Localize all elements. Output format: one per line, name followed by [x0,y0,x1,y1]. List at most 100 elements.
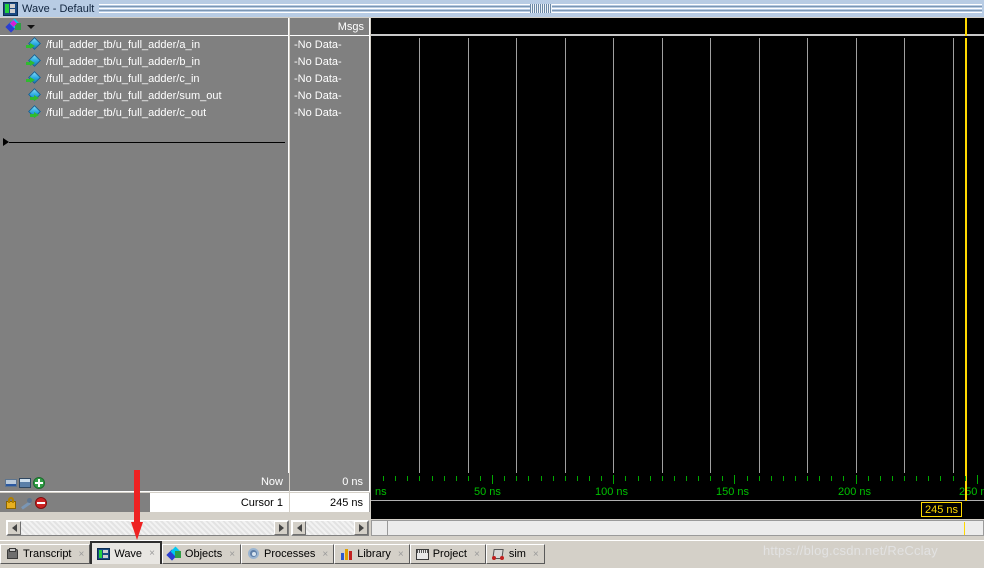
wrench-icon[interactable] [20,497,32,510]
signal-value-pane: Msgs -No Data- -No Data- -No Data- -No D… [290,18,370,473]
now-value: 0 ns [290,473,370,492]
ruler-tick [698,476,699,481]
ruler-tick [407,476,408,481]
tab-library[interactable]: Library × [334,544,410,564]
ruler-tick-label: 150 ns [716,486,750,498]
ruler-tick [492,475,493,484]
tab-label: Wave [114,547,143,560]
close-icon[interactable]: × [149,548,155,559]
ruler-tick [601,476,602,481]
ruler-tick [638,476,639,481]
tab-label: Processes [264,548,316,560]
signal-pane-scrollbar[interactable] [6,520,289,536]
ruler-tick [395,476,396,481]
close-icon[interactable]: × [398,549,404,560]
msgs-column-header[interactable]: Msgs [290,18,369,36]
ruler-tick [734,475,735,484]
ruler-tick [819,476,820,481]
now-label: Now [260,476,283,488]
tab-label: Library [357,548,391,560]
close-icon[interactable]: × [474,549,480,560]
tab-wave[interactable]: Wave × [90,541,162,564]
signal-row[interactable]: /full_adder_tb/u_full_adder/b_in [0,53,288,70]
ruler-tick [880,476,881,481]
tab-project[interactable]: Project × [409,544,486,564]
signal-row[interactable]: /full_adder_tb/u_full_adder/a_in [0,36,288,53]
tab-processes[interactable]: Processes × [241,544,335,564]
signal-row[interactable]: /full_adder_tb/u_full_adder/c_out [0,104,288,121]
time-ruler[interactable]: ns 50 ns 100 ns 150 ns 200 ns 250 ns 245… [371,473,984,519]
ruler-tick [759,476,760,481]
window-title: Wave - Default [22,2,95,15]
cursor-time-badge[interactable]: 245 ns [921,502,963,517]
wave-icon[interactable] [5,477,17,489]
cursor-line[interactable] [965,38,967,473]
scroll-left-icon[interactable] [372,521,388,535]
ruler-tick [965,476,966,481]
waveform-header-strip [371,18,984,36]
signal-row[interactable]: /full_adder_tb/u_full_adder/c_in [0,70,288,87]
close-icon[interactable]: × [79,549,85,560]
scroll-left-icon[interactable] [7,521,21,535]
signal-name: /full_adder_tb/u_full_adder/c_out [46,106,207,119]
delete-icon[interactable] [35,496,47,509]
grid-line [904,38,905,473]
ruler-tick [856,475,857,484]
ruler-tick [419,476,420,481]
waveform-canvas[interactable] [371,18,984,473]
ruler-tick [868,476,869,481]
input-signal-icon [26,71,41,85]
signal-name: /full_adder_tb/u_full_adder/b_in [46,55,201,68]
ruler-tick [456,476,457,481]
tab-sim[interactable]: sim × [485,544,545,564]
ruler-tick [686,476,687,481]
grid-line [856,38,857,473]
value-pane-scrollbar[interactable] [291,520,369,536]
objects-icon [5,18,22,33]
chevron-down-icon[interactable] [27,24,35,29]
ruler-tick [468,476,469,481]
grid-line [807,38,808,473]
ruler-tick [722,476,723,481]
ruler-tick-label: 200 ns [838,486,872,498]
add-icon[interactable] [33,476,45,489]
ruler-tick [444,476,445,481]
close-icon[interactable]: × [533,549,539,560]
cursor-row[interactable]: Cursor 1 [0,493,289,512]
ruler-tick [625,476,626,481]
window-titlebar[interactable]: Wave - Default [0,0,984,18]
scroll-left-icon[interactable] [292,521,306,535]
ruler-tick [541,476,542,481]
signal-row[interactable]: /full_adder_tb/u_full_adder/sum_out [0,87,288,104]
tab-transcript[interactable]: Transcript × [0,544,91,564]
value-list: -No Data- -No Data- -No Data- -No Data- … [290,36,369,121]
titlebar-grip[interactable] [529,4,552,13]
ruler-tick [480,476,481,481]
tab-objects[interactable]: Objects × [161,544,242,564]
ruler-tick [807,476,808,481]
ruler-tick-label: 250 ns [959,486,984,498]
close-icon[interactable]: × [322,549,328,560]
ruler-tick [565,476,566,481]
library-icon [340,548,353,560]
ruler-tick [904,476,905,481]
ruler-tick [432,476,433,481]
signal-pane-header[interactable] [0,18,288,36]
waveform-scrollbar[interactable] [371,520,984,536]
signal-list: /full_adder_tb/u_full_adder/a_in /full_a… [0,36,288,121]
ruler-baseline [371,500,984,501]
scroll-right-icon[interactable] [354,521,368,535]
scroll-right-icon[interactable] [274,521,288,535]
ruler-tick [650,476,651,481]
wave-window-icon [3,1,18,16]
tab-label: Project [432,548,467,560]
cursor-marker-header[interactable] [965,18,967,36]
close-icon[interactable]: × [229,549,235,560]
lock-icon[interactable] [5,496,17,509]
ruler-tick [516,476,517,481]
ruler-tick [783,476,784,481]
signal-value: -No Data- [294,38,342,51]
ruler-tick [528,476,529,481]
window-icon[interactable] [19,477,31,489]
wave-body: /full_adder_tb/u_full_adder/a_in /full_a… [0,18,984,519]
